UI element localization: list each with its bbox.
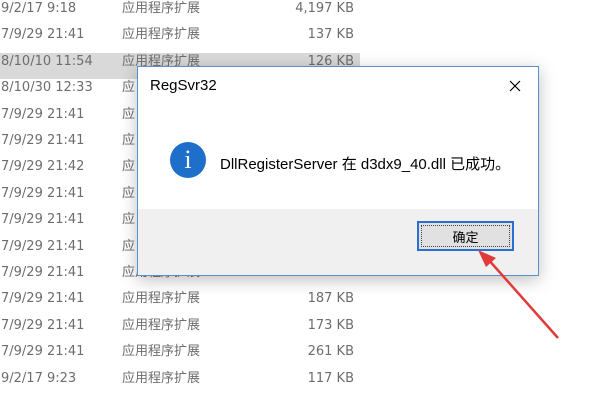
file-type: 应用程序扩展 (122, 344, 201, 360)
file-date: 7/9/29 21:41 (1, 106, 85, 122)
file-type: 应 (122, 212, 136, 228)
file-date: 7/9/29 21:41 (1, 317, 85, 333)
file-date: 7/9/29 21:41 (1, 265, 85, 280)
file-date: 7/9/29 21:41 (1, 344, 85, 360)
file-date: 7/9/29 21:41 (1, 238, 85, 254)
file-type: 应 (122, 159, 136, 175)
file-type: 应 (122, 133, 136, 148)
file-type: 应 (122, 185, 136, 201)
file-row[interactable]: 7/9/29 21:41 应用程序扩展 187 KB (0, 290, 360, 316)
file-type: 应用程序扩展 (122, 27, 201, 43)
file-date: 7/9/29 21:42 (1, 159, 85, 175)
file-row[interactable]: 9/2/17 9:18 应用程序扩展 4,197 KB (0, 0, 360, 26)
file-size: 187 KB (307, 291, 354, 307)
file-size: 117 KB (307, 370, 354, 386)
file-type: 应用程序扩展 (122, 1, 201, 16)
ok-button[interactable]: 确定 (417, 221, 514, 251)
file-type: 应 (122, 106, 136, 122)
dialog-title: RegSvr32 (150, 77, 217, 94)
file-date: 7/9/29 21:41 (1, 27, 85, 43)
file-date: 7/9/29 21:41 (1, 185, 85, 201)
file-date: 7/9/29 21:41 (1, 291, 85, 307)
file-size: 261 KB (307, 344, 354, 360)
file-row[interactable]: 9/2/17 9:23 应用程序扩展 117 KB (0, 370, 360, 396)
file-row[interactable]: 7/9/29 21:41 应用程序扩展 173 KB (0, 317, 360, 343)
dialog-message: DllRegisterServer 在 d3dx9_40.dll 已成功。 (220, 156, 511, 173)
dialog-body: i DllRegisterServer 在 d3dx9_40.dll 已成功。 (138, 109, 538, 209)
file-size: 173 KB (307, 317, 354, 333)
file-row[interactable]: 7/9/29 21:41 应用程序扩展 261 KB (0, 343, 360, 369)
file-type: 应用程序扩展 (122, 317, 201, 333)
file-size: 4,197 KB (295, 1, 354, 16)
file-date: 8/10/10 11:54 (1, 53, 93, 69)
file-date: 9/2/17 9:23 (1, 370, 77, 386)
file-type: 应 (122, 80, 136, 96)
file-type: 应 (122, 238, 136, 254)
dialog-footer: 确定 (138, 209, 538, 275)
close-button[interactable] (500, 73, 530, 99)
file-date: 8/10/30 12:33 (1, 80, 93, 96)
file-type: 应用程序扩展 (122, 291, 201, 307)
file-type: 应用程序扩展 (122, 370, 201, 386)
file-row[interactable]: 7/9/29 21:41 应用程序扩展 137 KB (0, 26, 360, 52)
file-size: 137 KB (307, 27, 354, 43)
regsvr32-dialog: RegSvr32 i DllRegisterServer 在 d3dx9_40.… (137, 66, 539, 276)
info-icon: i (170, 142, 206, 178)
file-date: 7/9/29 21:41 (1, 212, 85, 228)
file-date: 9/2/17 9:18 (1, 1, 77, 16)
close-icon (509, 80, 521, 92)
file-date: 7/9/29 21:41 (1, 133, 85, 148)
